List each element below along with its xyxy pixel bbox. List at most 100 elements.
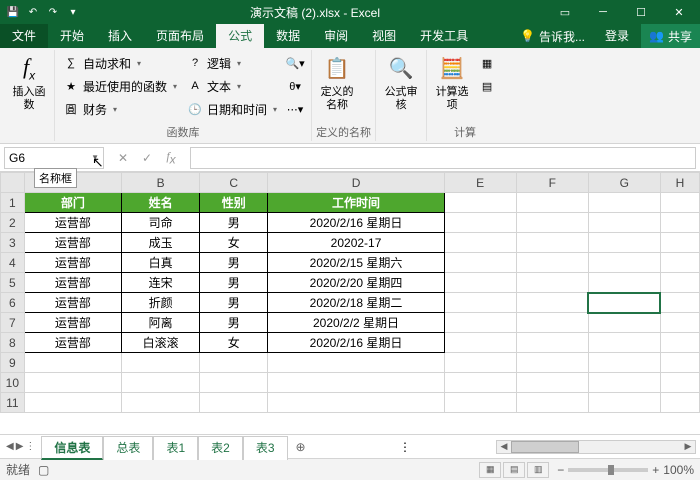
cell-F11[interactable] — [516, 393, 588, 413]
cell-E2[interactable] — [444, 213, 516, 233]
cell-H11[interactable] — [660, 393, 699, 413]
cell-B9[interactable] — [122, 353, 200, 373]
cell-D10[interactable] — [268, 373, 444, 393]
redo-icon[interactable]: ↷ — [44, 3, 62, 21]
sheet-tab-2[interactable]: 表1 — [153, 436, 198, 460]
cell-H4[interactable] — [660, 253, 699, 273]
cell-A1[interactable]: 部门 — [24, 193, 121, 213]
cell-D11[interactable] — [268, 393, 444, 413]
cell-G4[interactable] — [588, 253, 660, 273]
col-header-D[interactable]: D — [268, 173, 444, 193]
cell-A3[interactable]: 运营部 — [24, 233, 121, 253]
zoom-value[interactable]: 100% — [663, 463, 694, 477]
col-header-H[interactable]: H — [660, 173, 699, 193]
tab-6[interactable]: 视图 — [360, 24, 408, 48]
tab-7[interactable]: 开发工具 — [408, 24, 480, 48]
view-normal-icon[interactable]: ▦ — [479, 462, 501, 478]
sheet-tab-4[interactable]: 表3 — [243, 436, 288, 460]
cell-B7[interactable]: 阿离 — [122, 313, 200, 333]
view-pagebreak-icon[interactable]: ▥ — [527, 462, 549, 478]
cell-B5[interactable]: 连宋 — [122, 273, 200, 293]
cell-A2[interactable]: 运营部 — [24, 213, 121, 233]
cell-H2[interactable] — [660, 213, 699, 233]
cell-G5[interactable] — [588, 273, 660, 293]
sheet-tab-0[interactable]: 信息表 — [41, 436, 103, 460]
calc-options-button[interactable]: 🧮 计算选项 — [431, 50, 473, 125]
cell-H5[interactable] — [660, 273, 699, 293]
row-header-7[interactable]: 7 — [1, 313, 25, 333]
col-header-B[interactable]: B — [122, 173, 200, 193]
col-header-G[interactable]: G — [588, 173, 660, 193]
formula-audit-button[interactable]: 🔍 公式审核 — [380, 50, 422, 125]
calc-sheet-button[interactable]: ▤ — [475, 75, 499, 97]
cell-E11[interactable] — [444, 393, 516, 413]
sheet-nav-prev-icon[interactable]: ◀ — [6, 441, 14, 452]
cell-F1[interactable] — [516, 193, 588, 213]
cell-C11[interactable] — [200, 393, 268, 413]
cell-B11[interactable] — [122, 393, 200, 413]
cell-A6[interactable]: 运营部 — [24, 293, 121, 313]
cell-D1[interactable]: 工作时间 — [268, 193, 444, 213]
cell-C10[interactable] — [200, 373, 268, 393]
cell-D3[interactable]: 20202-17 — [268, 233, 444, 253]
cell-A4[interactable]: 运营部 — [24, 253, 121, 273]
cell-C8[interactable]: 女 — [200, 333, 268, 353]
cell-D6[interactable]: 2020/2/18 星期二 — [268, 293, 444, 313]
cell-E9[interactable] — [444, 353, 516, 373]
cell-E3[interactable] — [444, 233, 516, 253]
row-header-3[interactable]: 3 — [1, 233, 25, 253]
lookup-button[interactable]: 🔍▾ — [283, 52, 307, 74]
tab-2[interactable]: 页面布局 — [144, 24, 216, 48]
cell-A9[interactable] — [24, 353, 121, 373]
col-header-C[interactable]: C — [200, 173, 268, 193]
fx-small-icon[interactable]: fx — [160, 147, 182, 169]
tab-3[interactable]: 公式 — [216, 24, 264, 48]
qat-dropdown-icon[interactable]: ▾ — [64, 3, 82, 21]
more-fn-button[interactable]: ⋯▾ — [283, 98, 307, 120]
row-header-9[interactable]: 9 — [1, 353, 25, 373]
row-header-2[interactable]: 2 — [1, 213, 25, 233]
cell-H7[interactable] — [660, 313, 699, 333]
defined-names-button[interactable]: 📋 定义的名称 — [316, 50, 358, 125]
cell-C3[interactable]: 女 — [200, 233, 268, 253]
math-button[interactable]: θ▾ — [283, 75, 307, 97]
tell-me[interactable]: 💡告诉我... — [512, 24, 593, 48]
ribbon-options-icon[interactable]: ▭ — [548, 2, 582, 22]
cell-H10[interactable] — [660, 373, 699, 393]
cell-A5[interactable]: 运营部 — [24, 273, 121, 293]
cell-E4[interactable] — [444, 253, 516, 273]
cell-B3[interactable]: 成玉 — [122, 233, 200, 253]
sheet-tab-1[interactable]: 总表 — [103, 436, 153, 460]
grid-area[interactable]: ABCDEFGH1部门姓名性别工作时间2运营部司命男2020/2/16 星期日3… — [0, 172, 700, 434]
cell-D9[interactable] — [268, 353, 444, 373]
cell-E6[interactable] — [444, 293, 516, 313]
add-sheet-button[interactable]: ⊕ — [288, 440, 314, 454]
scroll-left-icon[interactable]: ◀ — [497, 441, 511, 452]
cell-C2[interactable]: 男 — [200, 213, 268, 233]
cell-F2[interactable] — [516, 213, 588, 233]
col-header-E[interactable]: E — [444, 173, 516, 193]
cell-G9[interactable] — [588, 353, 660, 373]
cell-E8[interactable] — [444, 333, 516, 353]
tab-4[interactable]: 数据 — [264, 24, 312, 48]
cell-H1[interactable] — [660, 193, 699, 213]
cell-G7[interactable] — [588, 313, 660, 333]
cell-A11[interactable] — [24, 393, 121, 413]
cell-F5[interactable] — [516, 273, 588, 293]
cell-D8[interactable]: 2020/2/16 星期日 — [268, 333, 444, 353]
row-header-4[interactable]: 4 — [1, 253, 25, 273]
cell-B4[interactable]: 白真 — [122, 253, 200, 273]
row-header-11[interactable]: 11 — [1, 393, 25, 413]
row-header-1[interactable]: 1 — [1, 193, 25, 213]
cell-D7[interactable]: 2020/2/2 星期日 — [268, 313, 444, 333]
cell-F4[interactable] — [516, 253, 588, 273]
cell-B1[interactable]: 姓名 — [122, 193, 200, 213]
login-button[interactable]: 登录 — [593, 24, 641, 48]
row-header-10[interactable]: 10 — [1, 373, 25, 393]
sheet-nav-next-icon[interactable]: ▶ — [16, 441, 24, 452]
cell-A8[interactable]: 运营部 — [24, 333, 121, 353]
cell-E10[interactable] — [444, 373, 516, 393]
cell-G10[interactable] — [588, 373, 660, 393]
datetime-button[interactable]: 🕒日期和时间▾ — [183, 98, 281, 120]
minimize-icon[interactable]: ─ — [586, 2, 620, 22]
